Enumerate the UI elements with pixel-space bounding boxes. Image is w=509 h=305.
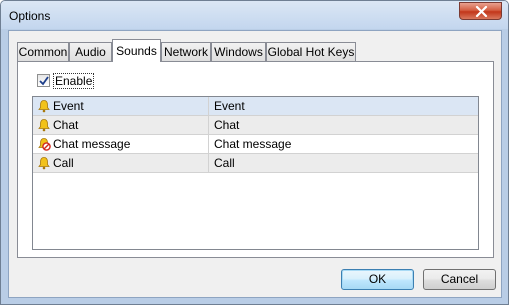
- bell-icon: [38, 157, 50, 170]
- bell-icon: [38, 119, 50, 132]
- sound-name: Call: [214, 156, 235, 170]
- event-name: Chat message: [53, 137, 131, 151]
- enable-checkbox[interactable]: [37, 74, 50, 87]
- list-item[interactable]: Call Call: [33, 154, 478, 173]
- tab-audio[interactable]: Audio: [69, 42, 112, 61]
- event-cell: Chat: [33, 116, 209, 134]
- ok-button[interactable]: OK: [341, 269, 414, 290]
- enable-label[interactable]: Enable: [53, 73, 95, 89]
- event-name: Chat: [53, 118, 79, 132]
- window-title: Options: [9, 9, 51, 23]
- list-item[interactable]: Chat Chat: [33, 116, 478, 135]
- close-button[interactable]: [459, 2, 502, 20]
- sound-name: Chat: [214, 118, 240, 132]
- sound-name: Chat message: [214, 137, 292, 151]
- checkmark-icon: [39, 76, 49, 86]
- event-cell: Chat message: [33, 135, 209, 153]
- tab-global-hot-keys[interactable]: Global Hot Keys: [266, 42, 356, 61]
- bell-muted-icon: [38, 138, 51, 151]
- tab-windows[interactable]: Windows: [211, 42, 266, 61]
- options-window: Options Common Audio Sounds Network Wind…: [0, 0, 509, 305]
- cancel-button[interactable]: Cancel: [423, 269, 496, 290]
- event-name: Event: [53, 99, 84, 113]
- bell-icon: [38, 100, 50, 113]
- title-bar[interactable]: Options: [1, 1, 508, 29]
- event-cell: Event: [33, 97, 209, 115]
- event-cell: Call: [33, 154, 209, 172]
- list-item[interactable]: Chat message Chat message: [33, 135, 478, 154]
- tab-network[interactable]: Network: [161, 42, 211, 61]
- tab-sounds[interactable]: Sounds: [112, 39, 161, 62]
- dialog-client-area: Common Audio Sounds Network Windows Glob…: [8, 30, 502, 298]
- list-item[interactable]: Event Event: [33, 97, 478, 116]
- close-icon: [475, 6, 488, 17]
- sounds-list: Event Event Chat Chat Chat message Chat …: [32, 96, 479, 250]
- sounds-tab-panel: Enable Event Event Chat Chat Chat messag…: [17, 61, 494, 258]
- tab-common[interactable]: Common: [17, 42, 69, 61]
- event-name: Call: [53, 156, 74, 170]
- sound-name: Event: [214, 99, 245, 113]
